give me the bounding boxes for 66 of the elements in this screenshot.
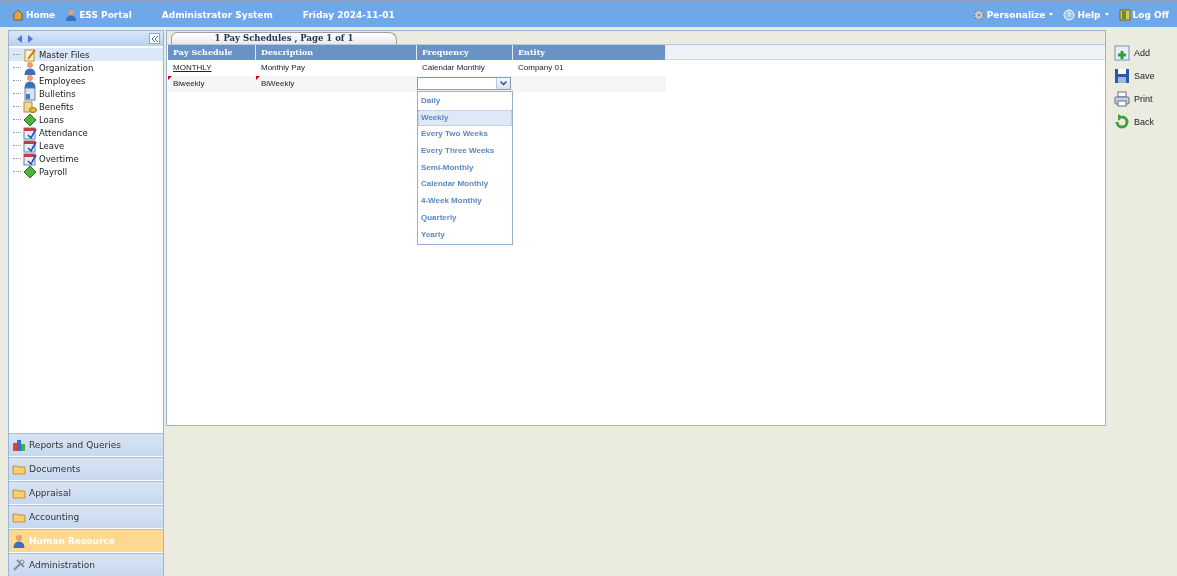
collapse-button[interactable] (149, 33, 160, 44)
tools-icon (12, 558, 26, 572)
tree-item[interactable]: Master Files (9, 48, 163, 61)
home-icon (12, 8, 24, 21)
dropdown-trigger-icon[interactable] (496, 78, 510, 89)
coins-icon (23, 99, 37, 114)
dropdown-option[interactable]: Yearly (418, 226, 512, 244)
toolbar-button[interactable]: Add (1114, 44, 1155, 62)
tree-item[interactable]: Overtime (9, 152, 163, 165)
caret-icon (1049, 13, 1054, 16)
date-label: Friday 2024-11-01 (302, 9, 395, 20)
folder-icon (12, 510, 26, 524)
accordion-section[interactable]: Accounting (9, 505, 163, 528)
dropdown-option[interactable]: Daily (418, 93, 512, 110)
person-icon (23, 60, 37, 75)
printer-icon (1114, 91, 1130, 107)
system-title: Administrator System (161, 9, 273, 20)
forward-arrow-icon[interactable] (28, 34, 33, 43)
calendar-icon (23, 125, 37, 140)
table-cell-text: Monthly Pay (260, 62, 307, 74)
tree-item[interactable]: Attendance (9, 126, 163, 139)
toolbar-button[interactable]: Save (1114, 67, 1155, 85)
toolbar-button[interactable]: Print (1114, 90, 1155, 108)
dropdown-option[interactable]: Every Three Weeks (418, 143, 512, 160)
bar-chart-icon (12, 438, 26, 452)
money-icon (23, 164, 37, 179)
tree-item[interactable]: Leave (9, 139, 163, 152)
help-icon (1063, 8, 1076, 21)
table-cell: Biweekly (168, 76, 256, 92)
table-cell: BiWeekly (256, 76, 417, 92)
notepad-icon (23, 47, 37, 62)
dropdown-option[interactable]: Semi-Monthly (418, 159, 512, 177)
folder-icon (12, 462, 26, 476)
dropdown-option[interactable]: Quarterly (418, 209, 512, 227)
dropdown-option[interactable]: 4-Week Monthly (418, 193, 512, 210)
money-icon (23, 112, 37, 127)
person-icon (23, 73, 37, 88)
calendar-icon (23, 138, 37, 153)
accordion-section[interactable]: Administration (9, 553, 163, 576)
tree-item[interactable]: Organization (9, 61, 163, 74)
folder-icon (12, 486, 26, 500)
settings-icon (972, 8, 985, 21)
calendar-icon (23, 151, 37, 166)
dropdown-option[interactable]: Calendar Monthly (418, 176, 512, 194)
table-cell-text: Company 01 (517, 62, 565, 74)
tree-item[interactable]: Payroll (9, 165, 163, 178)
person-icon (12, 534, 26, 548)
tree-item[interactable]: Benefits (9, 100, 163, 113)
table-cell-text: Calendar Monthly (421, 62, 486, 74)
toolbar-button[interactable]: Back (1114, 113, 1155, 131)
accordion-section[interactable]: Documents (9, 457, 163, 480)
person-icon (65, 8, 78, 21)
accordion-section[interactable]: Appraisal (9, 481, 163, 504)
document-icon (23, 86, 37, 101)
tree-item[interactable]: Loans (9, 113, 163, 126)
tree-item[interactable]: Employees (9, 74, 163, 87)
back-arrow-icon[interactable] (17, 34, 22, 43)
tree-item[interactable]: Bulletins (9, 87, 163, 100)
add-icon (1114, 45, 1130, 61)
caret-icon (1104, 13, 1109, 16)
grid-tab[interactable]: 1 Pay Schedules , Page 1 of 1 (171, 32, 397, 44)
table-cell-text: MONTHLY (172, 62, 213, 74)
dropdown-option[interactable]: Every Two Weeks (418, 126, 512, 144)
accordion-section[interactable]: Reports and Queries (9, 433, 163, 456)
door-icon (1118, 8, 1131, 21)
circular-arrow-icon (1114, 114, 1130, 130)
